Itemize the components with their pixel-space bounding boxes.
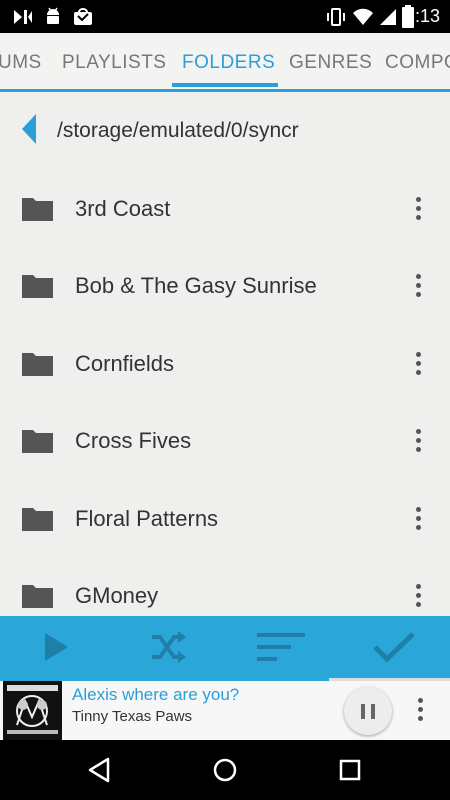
folder-name: Floral Patterns <box>75 506 219 531</box>
folder-action-bar <box>0 616 450 678</box>
current-path: /storage/emulated/0/syncr <box>57 119 299 142</box>
shuffle-button[interactable] <box>112 616 224 678</box>
folder-item[interactable]: Cornfields <box>0 325 450 402</box>
status-time: 7:13 <box>404 6 440 26</box>
more-options-icon[interactable] <box>406 579 430 613</box>
folder-item[interactable]: Cross Fives <box>0 402 450 479</box>
now-playing-bar[interactable]: Alexis where are you? Tinny Texas Paws <box>0 681 450 740</box>
tab-folders[interactable]: FOLDERS <box>182 52 275 74</box>
pause-icon <box>361 704 365 719</box>
folder-name: 3rd Coast <box>75 196 171 221</box>
tab-composers[interactable]: COMPO <box>385 52 450 74</box>
play-icon <box>45 633 68 661</box>
folder-icon <box>22 430 53 453</box>
album-art[interactable] <box>3 681 62 740</box>
checkmark-icon <box>373 632 415 663</box>
select-button[interactable] <box>338 616 450 678</box>
sort-icon <box>257 633 305 661</box>
pause-button[interactable] <box>344 687 392 735</box>
now-playing-artist: Tinny Texas Paws <box>72 708 193 725</box>
tab-genres[interactable]: GENRES <box>289 52 372 74</box>
shopping-bag-icon <box>74 8 92 25</box>
signal-icon <box>380 9 396 25</box>
folder-list: 3rd Coast Bob & The Gasy Sunrise Cornfie… <box>0 170 450 616</box>
back-arrow-icon[interactable] <box>20 112 38 146</box>
more-options-icon[interactable] <box>406 269 430 303</box>
folder-icon <box>22 198 53 221</box>
home-nav-icon[interactable] <box>209 754 241 786</box>
media-notification-icon <box>14 10 32 24</box>
now-playing-more-options-icon[interactable] <box>408 693 432 727</box>
tab-playlists[interactable]: PLAYLISTS <box>62 52 166 74</box>
shuffle-icon <box>152 631 186 663</box>
folder-item[interactable]: Bob & The Gasy Sunrise <box>0 247 450 324</box>
vibrate-icon <box>327 8 345 26</box>
now-playing-title: Alexis where are you? <box>72 685 240 704</box>
folder-name: GMoney <box>75 583 159 608</box>
folder-icon <box>22 353 53 376</box>
album-art-image <box>3 681 62 740</box>
recents-nav-icon[interactable] <box>334 754 366 786</box>
folder-icon <box>22 508 53 531</box>
folder-item[interactable]: GMoney <box>0 557 450 616</box>
more-options-icon[interactable] <box>406 347 430 381</box>
play-all-button[interactable] <box>0 616 112 678</box>
folder-icon <box>22 275 53 298</box>
more-options-icon[interactable] <box>406 192 430 226</box>
folder-item[interactable]: 3rd Coast <box>0 170 450 247</box>
system-navigation-bar <box>0 740 450 800</box>
folder-name: Bob & The Gasy Sunrise <box>75 273 317 298</box>
tab-albums[interactable]: UMS <box>0 52 42 74</box>
android-debug-icon <box>47 7 59 24</box>
tab-bar: UMS PLAYLISTS FOLDERS GENRES COMPO <box>0 33 450 90</box>
folder-path-row: /storage/emulated/0/syncr <box>0 92 450 170</box>
folder-item[interactable]: Floral Patterns <box>0 480 450 557</box>
status-bar: 7:13 <box>0 0 450 33</box>
folder-name: Cross Fives <box>75 428 192 453</box>
sort-button[interactable] <box>225 616 337 678</box>
active-tab-indicator <box>172 83 278 87</box>
wifi-icon <box>353 8 373 25</box>
folder-name: Cornfields <box>75 351 175 376</box>
more-options-icon[interactable] <box>406 424 430 458</box>
back-nav-icon[interactable] <box>84 754 116 786</box>
more-options-icon[interactable] <box>406 502 430 536</box>
folder-icon <box>22 585 53 608</box>
